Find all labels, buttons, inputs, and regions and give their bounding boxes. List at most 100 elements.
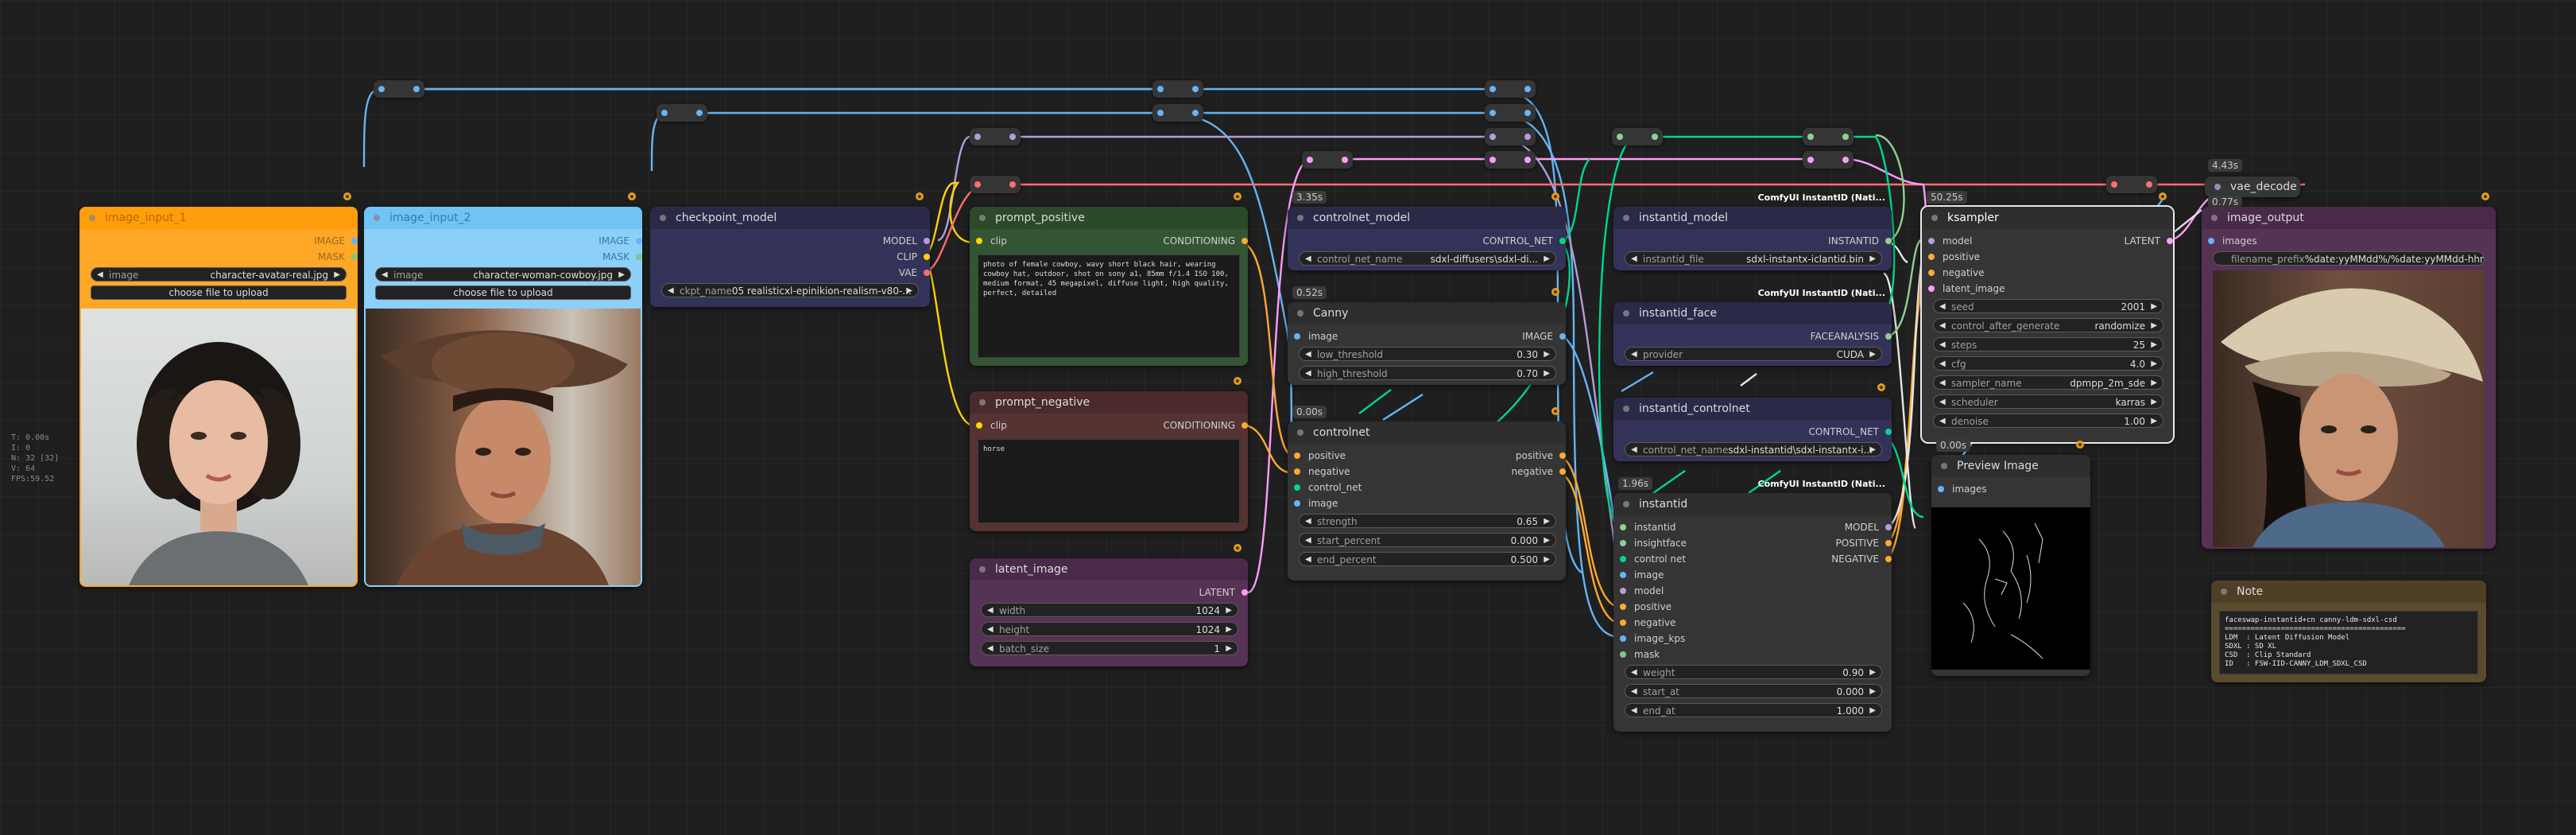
arrow-left-icon[interactable]: ◀ (1631, 443, 1637, 456)
input-mask[interactable]: mask (1620, 648, 1660, 661)
slot-dot-icon[interactable] (1885, 540, 1892, 546)
collapse-dot-icon[interactable] (2214, 184, 2221, 190)
image-select[interactable]: ◀ image character-woman-cowboy.jpg ▶ (375, 267, 631, 282)
output-positive[interactable]: positive (1458, 449, 1566, 462)
arrow-right-icon[interactable]: ▶ (906, 284, 912, 297)
output-conditioning[interactable]: CONDITIONING (1108, 235, 1248, 247)
arrow-right-icon[interactable]: ▶ (1544, 515, 1550, 527)
output-mask[interactable]: MASK (534, 250, 642, 263)
strength-input[interactable]: ◀ strength 0.65 ▶ (1299, 514, 1556, 528)
arrow-left-icon[interactable]: ◀ (1939, 376, 1946, 389)
arrow-left-icon[interactable]: ◀ (1305, 252, 1311, 265)
node-header[interactable]: Preview Image (1931, 455, 2090, 477)
node-controlnet[interactable]: 0.00s ◆ controlnet positive negative con… (1288, 406, 1566, 581)
height-input[interactable]: ◀ height 1024 ▶ (981, 622, 1238, 636)
input-model[interactable]: model (1928, 235, 1972, 247)
slot-dot-icon[interactable] (1242, 238, 1248, 244)
pin-icon[interactable]: ◆ (916, 192, 924, 200)
node-instantid-controlnet[interactable]: ◆ instantid_controlnet CONTROL_NET ◀ cont… (1613, 383, 1892, 461)
input-image[interactable]: image (1294, 330, 1338, 343)
collapse-dot-icon[interactable] (1623, 215, 1629, 221)
arrow-left-icon[interactable]: ◀ (1305, 367, 1311, 379)
arrow-left-icon[interactable]: ◀ (1305, 553, 1311, 565)
denoise-input[interactable]: ◀ denoise 1.00 ▶ (1933, 414, 2163, 428)
reroute-node[interactable] (1152, 80, 1203, 98)
arrow-left-icon[interactable]: ◀ (1305, 515, 1311, 527)
node-header[interactable]: Note (2211, 581, 2486, 603)
node-latent-image[interactable]: ◆ latent_image LATENT ◀ width 1024 ▶ ◀ heigh… (970, 544, 1248, 666)
arrow-right-icon[interactable]: ▶ (2151, 300, 2157, 313)
node-header[interactable]: instantid (1613, 493, 1892, 515)
pin-icon[interactable]: ◆ (1551, 192, 1559, 200)
arrow-right-icon[interactable]: ▶ (334, 268, 340, 281)
arrow-left-icon[interactable]: ◀ (1631, 704, 1637, 717)
arrow-left-icon[interactable]: ◀ (97, 268, 103, 281)
slot-dot-icon[interactable] (1620, 556, 1626, 562)
input-control-net[interactable]: control net (1620, 553, 1686, 565)
node-header[interactable]: vae_decode (2205, 177, 2300, 197)
collapse-dot-icon[interactable] (2211, 215, 2218, 221)
upload-button[interactable]: choose file to upload (375, 285, 631, 300)
input-image[interactable]: image (1294, 497, 1338, 510)
reroute-node[interactable] (374, 80, 424, 98)
arrow-left-icon[interactable]: ◀ (668, 284, 674, 297)
collapse-dot-icon[interactable] (979, 399, 986, 406)
node-header[interactable]: ksampler (1922, 207, 2173, 229)
cfg-input[interactable]: ◀ cfg 4.0 ▶ (1933, 356, 2163, 371)
provider-select[interactable]: ◀ provider CUDA ▶ (1625, 347, 1882, 361)
reroute-node[interactable] (1803, 151, 1854, 169)
collapse-dot-icon[interactable] (1297, 429, 1303, 436)
pin-icon[interactable]: ◆ (2481, 192, 2489, 200)
input-positive[interactable]: positive (1294, 449, 1346, 462)
output-negative[interactable]: NEGATIVE (1784, 553, 1892, 565)
output-instantid[interactable]: INSTANTID (1768, 235, 1892, 247)
arrow-left-icon[interactable]: ◀ (382, 268, 388, 281)
arrow-right-icon[interactable]: ▶ (1544, 553, 1550, 565)
slot-dot-icon[interactable] (1559, 468, 1566, 475)
start-percent-input[interactable]: ◀ start_percent 0.000 ▶ (1299, 533, 1556, 547)
reroute-node[interactable] (657, 104, 707, 122)
node-header[interactable]: image_input_1 (79, 207, 358, 229)
arrow-right-icon[interactable]: ▶ (1869, 685, 1876, 697)
node-header[interactable]: image_input_2 (364, 207, 642, 229)
batch-size-input[interactable]: ◀ batch_size 1 ▶ (981, 641, 1238, 655)
input-negative[interactable]: negative (1294, 465, 1350, 478)
slot-dot-icon[interactable] (1294, 333, 1300, 340)
arrow-left-icon[interactable]: ◀ (1939, 319, 1946, 332)
slot-dot-icon[interactable] (636, 254, 642, 260)
reroute-node[interactable] (970, 128, 1021, 146)
output-negative[interactable]: negative (1458, 465, 1566, 478)
collapse-dot-icon[interactable] (1941, 463, 1947, 469)
arrow-right-icon[interactable]: ▶ (1544, 534, 1550, 546)
arrow-left-icon[interactable]: ◀ (1631, 252, 1637, 265)
collapse-dot-icon[interactable] (89, 215, 95, 221)
input-insightface[interactable]: insightface (1620, 537, 1687, 550)
sampler-name-select[interactable]: ◀ sampler_name dpmpp_2m_sde ▶ (1933, 375, 2163, 390)
slot-dot-icon[interactable] (976, 422, 982, 429)
reroute-node[interactable] (1485, 128, 1536, 146)
node-note[interactable]: Note faceswap-instantid+cn canny-ldm-sdx… (2211, 581, 2486, 682)
weight-input[interactable]: ◀ weight 0.90 ▶ (1625, 665, 1882, 679)
node-preview-image[interactable]: 0.00s ◆ Preview Image images (1931, 439, 2090, 676)
arrow-right-icon[interactable]: ▶ (2151, 357, 2157, 370)
output-vae[interactable]: VAE (822, 266, 930, 279)
input-image[interactable]: image (1620, 569, 1664, 581)
collapse-dot-icon[interactable] (2221, 588, 2227, 595)
slot-dot-icon[interactable] (2167, 238, 2173, 244)
arrow-right-icon[interactable]: ▶ (2151, 395, 2157, 408)
slot-dot-icon[interactable] (924, 238, 930, 244)
arrow-right-icon[interactable]: ▶ (1869, 443, 1876, 456)
slot-dot-icon[interactable] (351, 254, 358, 260)
slot-dot-icon[interactable] (1928, 254, 1935, 260)
output-model[interactable]: MODEL (822, 235, 930, 247)
node-checkpoint-model[interactable]: ◆ checkpoint_model MODEL CLIP VAE ◀ ckpt_… (650, 192, 930, 307)
collapse-dot-icon[interactable] (660, 215, 666, 221)
node-vae-decode[interactable]: 4.43s 0.77s vae_decode (2205, 159, 2300, 208)
node-header[interactable]: controlnet (1288, 421, 1566, 444)
arrow-right-icon[interactable]: ▶ (618, 268, 625, 281)
node-image-output[interactable]: ◆ image_output images filename_prefix %da… (2202, 192, 2496, 549)
input-latent-image[interactable]: latent_image (1928, 282, 2005, 295)
collapse-dot-icon[interactable] (1623, 310, 1629, 317)
arrow-right-icon[interactable]: ▶ (1226, 642, 1232, 654)
input-image-kps[interactable]: image_kps (1620, 632, 1685, 645)
